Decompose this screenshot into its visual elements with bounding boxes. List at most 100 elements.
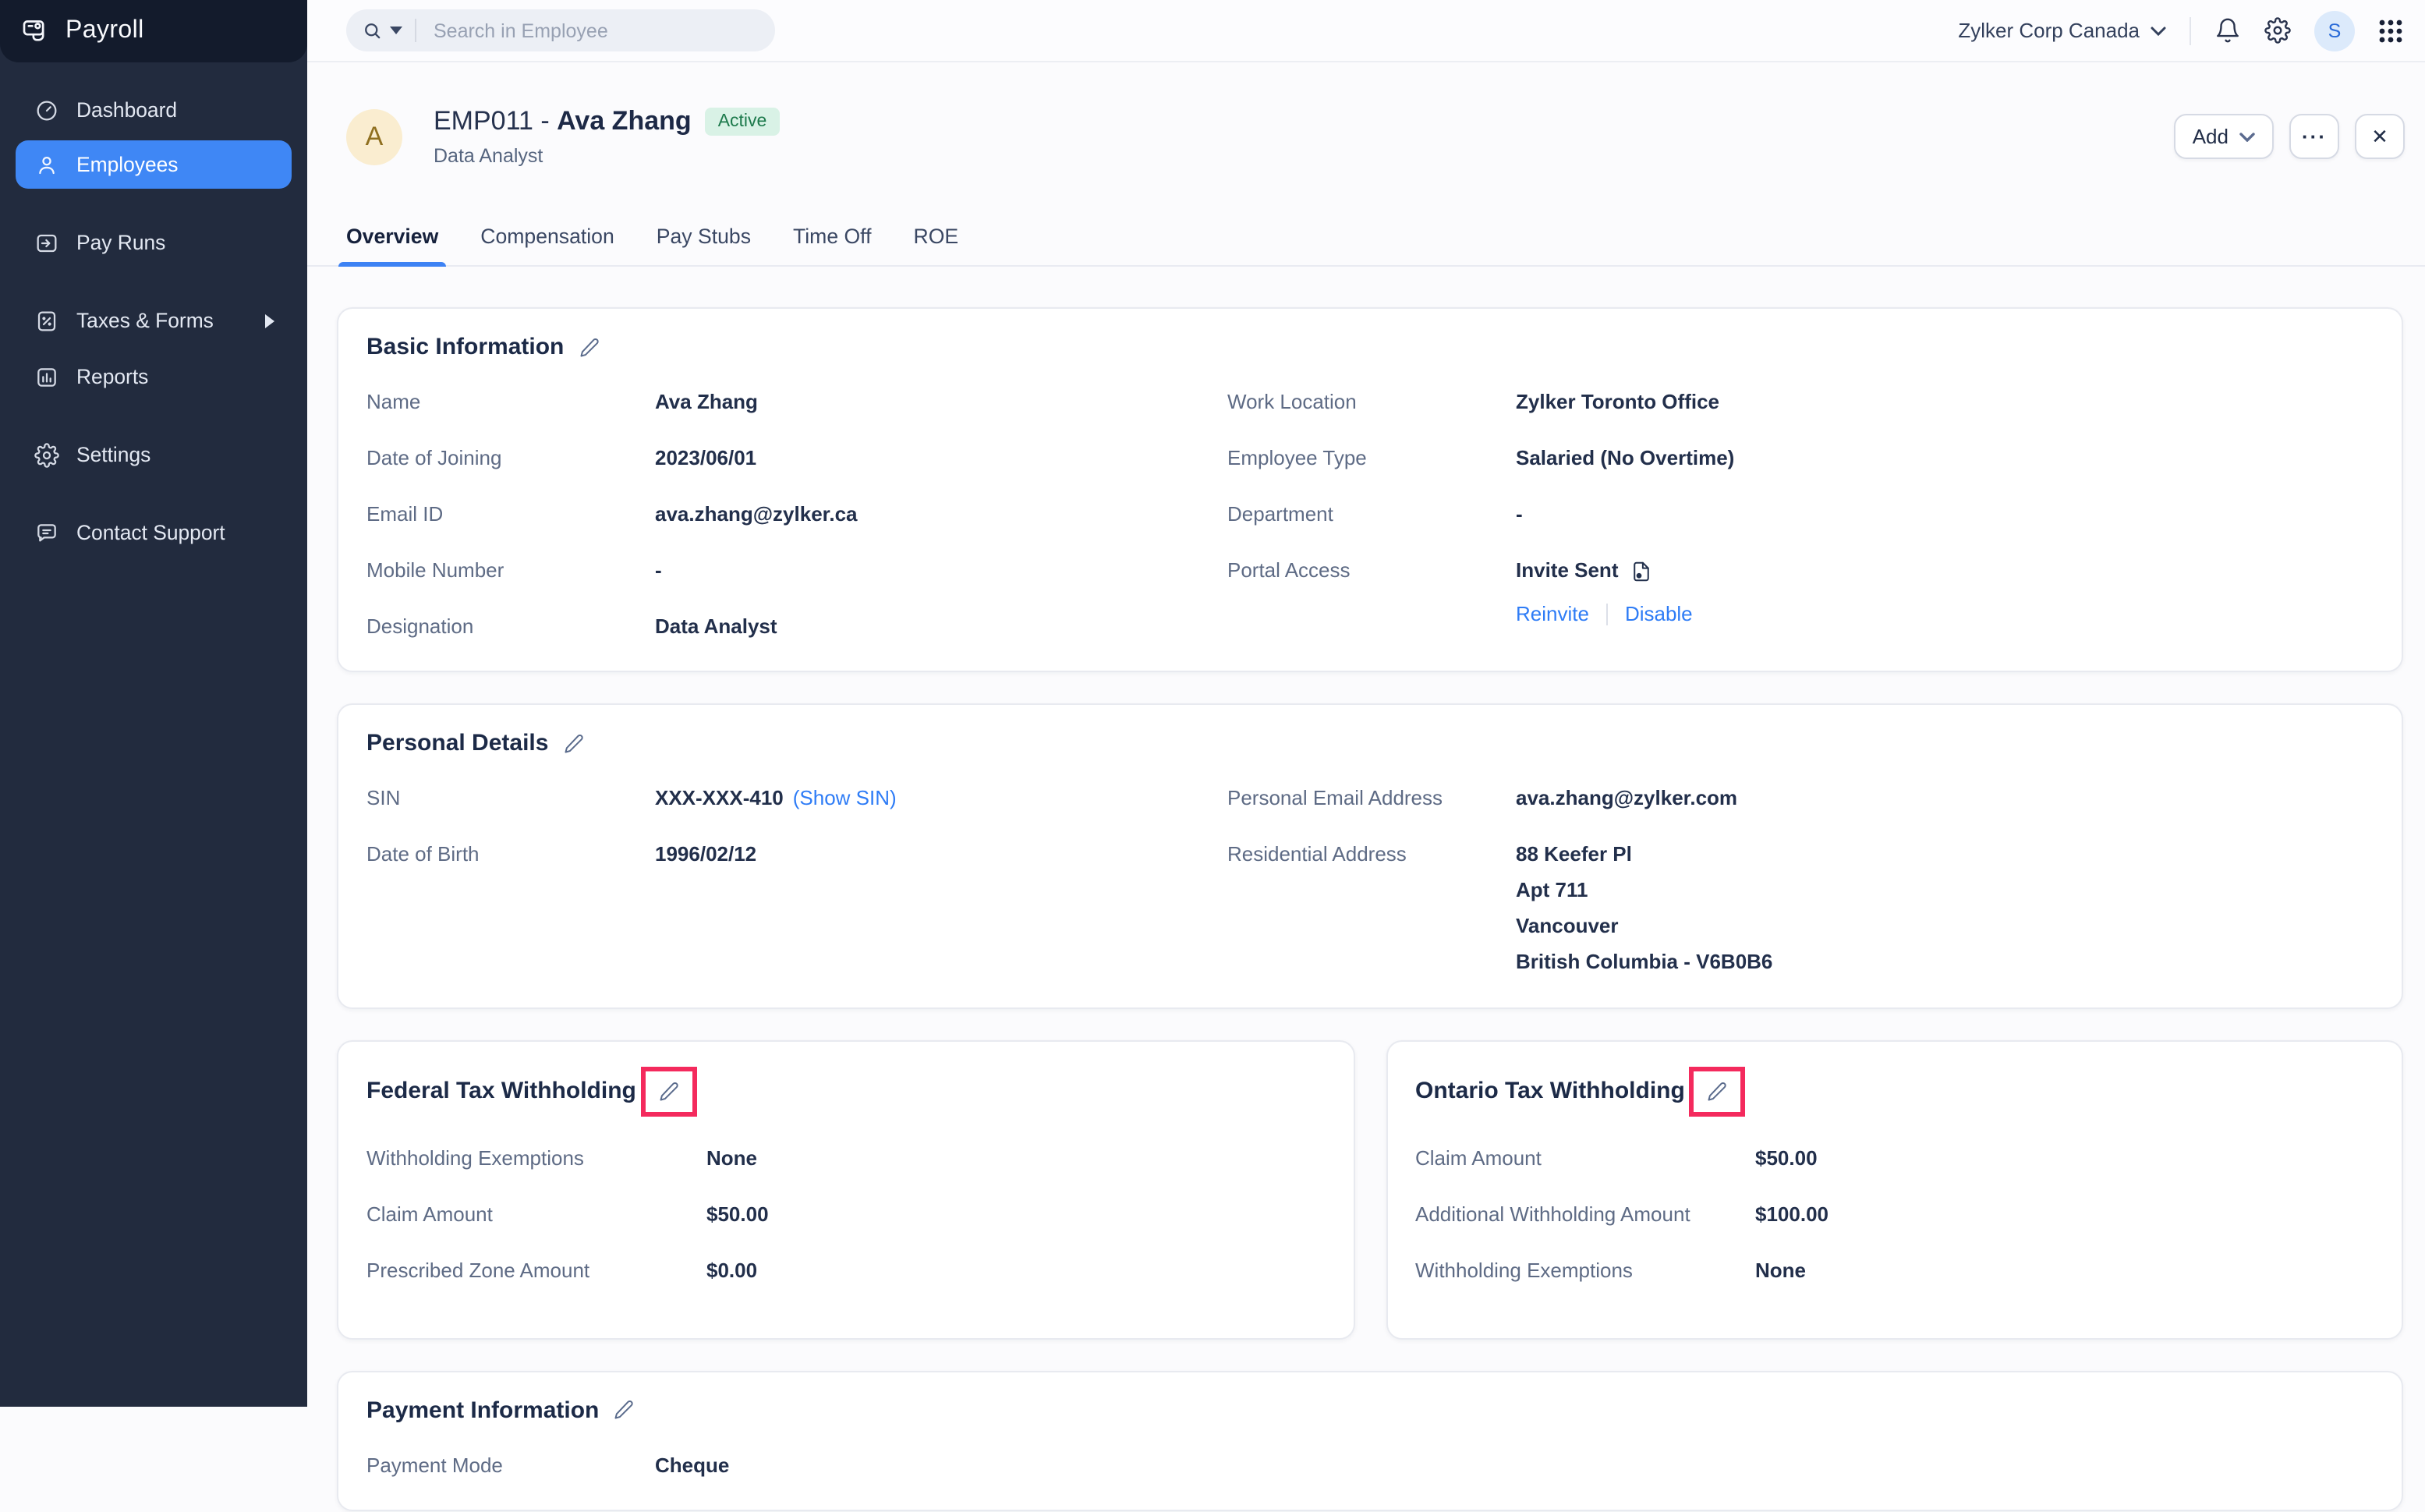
field-label: Email ID <box>366 501 444 526</box>
card-title: Payment Information <box>366 1397 600 1424</box>
field-row: Date of Birth 1996/02/12 <box>366 843 1227 869</box>
field-value: $0.00 <box>706 1258 758 1282</box>
field-label: Claim Amount <box>366 1202 493 1226</box>
employee-designation: Data Analyst <box>434 145 543 167</box>
search-divider <box>415 19 416 42</box>
search-box[interactable] <box>346 9 775 51</box>
employee-info: EMP011 - Ava Zhang Active Data Analyst <box>434 106 780 167</box>
field-row: Name Ava Zhang <box>366 390 1227 416</box>
sidebar-item-pay-runs[interactable]: Pay Runs <box>16 218 292 267</box>
tab-time-off[interactable]: Time Off <box>793 225 872 265</box>
search-scope-caret-icon[interactable] <box>390 27 402 34</box>
more-button[interactable]: ··· <box>2289 114 2339 159</box>
app-title: Payroll <box>65 17 144 44</box>
ontario-tax-withholding-card: Ontario Tax Withholding Claim Amount $50… <box>1386 1039 2403 1340</box>
sidebar-item-dashboard[interactable]: Dashboard <box>16 86 292 134</box>
link-divider <box>1605 604 1608 625</box>
disable-link[interactable]: Disable <box>1625 601 1693 628</box>
tab-compensation[interactable]: Compensation <box>480 225 614 265</box>
personal-details-card: Personal Details SIN XXX-XXX-410 (Show S… <box>337 703 2403 1009</box>
sin-value: XXX-XXX-410 <box>655 786 784 810</box>
topbar: Zylker Corp Canada S <box>307 0 2425 62</box>
field-label: Prescribed Zone Amount <box>366 1258 590 1282</box>
field-value: None <box>706 1146 757 1170</box>
show-sin-link[interactable]: (Show SIN) <box>793 787 897 813</box>
search-input[interactable] <box>430 18 759 43</box>
field-value: Ava Zhang <box>655 390 758 413</box>
address-row: Residential Address 88 Keefer Pl Apt 711… <box>1227 843 2374 976</box>
add-button-label: Add <box>2192 125 2229 148</box>
field-row: Prescribed Zone Amount $0.00 <box>366 1258 1325 1284</box>
user-initial: S <box>2328 19 2342 41</box>
field-label: Claim Amount <box>1415 1146 1542 1170</box>
field-label: Payment Mode <box>366 1453 503 1477</box>
sidebar-item-label: Settings <box>76 443 151 466</box>
apps-grid-icon[interactable] <box>2378 18 2403 43</box>
sidebar: Payroll Dashboard Employees Pay Runs Tax… <box>0 0 307 1407</box>
edit-personal-details-button[interactable] <box>562 733 584 755</box>
field-value: ava.zhang@zylker.ca <box>655 501 858 526</box>
field-row: Payment Mode Cheque <box>366 1453 2374 1479</box>
portal-access-row: Portal Access Invite Sent Reinvite Disab… <box>1227 558 2374 628</box>
sidebar-item-employees[interactable]: Employees <box>16 140 292 189</box>
field-row: Work Location Zylker Toronto Office <box>1227 390 2374 416</box>
field-label: Mobile Number <box>366 558 504 582</box>
sidebar-item-contact-support[interactable]: Contact Support <box>16 508 292 557</box>
tab-overview[interactable]: Overview <box>338 225 447 267</box>
tab-pay-stubs[interactable]: Pay Stubs <box>657 225 751 265</box>
field-value: Cheque <box>655 1453 730 1477</box>
card-title: Basic Information <box>366 334 565 360</box>
gear-icon[interactable] <box>2264 17 2291 44</box>
sin-row: SIN XXX-XXX-410 (Show SIN) <box>366 787 1227 813</box>
sidebar-item-settings[interactable]: Settings <box>16 430 292 479</box>
field-label: Withholding Exemptions <box>366 1146 584 1170</box>
app-brand: Payroll <box>0 0 307 62</box>
more-icon: ··· <box>2302 125 2327 148</box>
status-badge: Active <box>705 108 780 136</box>
field-label: Portal Access <box>1227 558 1351 582</box>
pencil-icon <box>614 1400 634 1419</box>
pencil-icon <box>660 1082 678 1101</box>
overview-content: Basic Information Name Ava Zhang Date of… <box>307 267 2425 1512</box>
field-label: Employee Type <box>1227 445 1367 469</box>
pay-runs-icon <box>34 230 59 255</box>
address-value: 88 Keefer Pl Apt 711 Vancouver British C… <box>1516 843 1772 976</box>
sidebar-item-label: Pay Runs <box>76 231 166 254</box>
employee-name: Ava Zhang <box>557 106 692 136</box>
close-button[interactable]: ✕ <box>2355 114 2405 159</box>
bell-icon[interactable] <box>2214 17 2241 44</box>
portal-status: Invite Sent <box>1516 558 1619 582</box>
sidebar-item-reports[interactable]: Reports <box>16 352 292 401</box>
edit-basic-information-button[interactable] <box>578 336 600 358</box>
user-avatar[interactable]: S <box>2314 10 2355 51</box>
sidebar-item-taxes-forms[interactable]: Taxes & Forms <box>16 296 292 345</box>
edit-ontario-tax-button[interactable] <box>1707 1081 1729 1103</box>
edit-payment-information-button[interactable] <box>613 1399 635 1421</box>
address-line: British Columbia - V6B0B6 <box>1516 950 1773 974</box>
address-line: Vancouver <box>1516 914 1619 938</box>
settings-gear-icon <box>34 442 59 467</box>
employee-title: EMP011 - Ava Zhang <box>434 106 692 137</box>
chevron-down-icon <box>2239 132 2255 141</box>
field-row: Personal Email Address ava.zhang@zylker.… <box>1227 787 2374 813</box>
topbar-divider <box>2190 16 2191 44</box>
edit-federal-tax-button[interactable] <box>658 1081 680 1103</box>
address-line: Apt 711 <box>1516 878 1588 902</box>
add-button[interactable]: Add <box>2173 114 2274 159</box>
org-switcher[interactable]: Zylker Corp Canada <box>1958 19 2166 42</box>
employee-code: EMP011 - <box>434 106 558 136</box>
field-label: Name <box>366 390 421 413</box>
tab-roe[interactable]: ROE <box>914 225 959 265</box>
reinvite-link[interactable]: Reinvite <box>1516 601 1589 628</box>
field-value: $100.00 <box>1755 1202 1828 1226</box>
field-value: - <box>1516 501 1523 526</box>
field-label: Department <box>1227 501 1333 526</box>
header-actions: Add ··· ✕ <box>2173 114 2405 159</box>
sidebar-item-label: Reports <box>76 365 149 388</box>
field-value: Data Analyst <box>655 614 777 638</box>
field-label: Designation <box>366 614 474 638</box>
close-icon: ✕ <box>2371 124 2388 147</box>
support-chat-icon <box>34 520 59 545</box>
portal-access-value: Invite Sent Reinvite Disable <box>1516 558 1693 628</box>
search-icon <box>362 19 384 41</box>
